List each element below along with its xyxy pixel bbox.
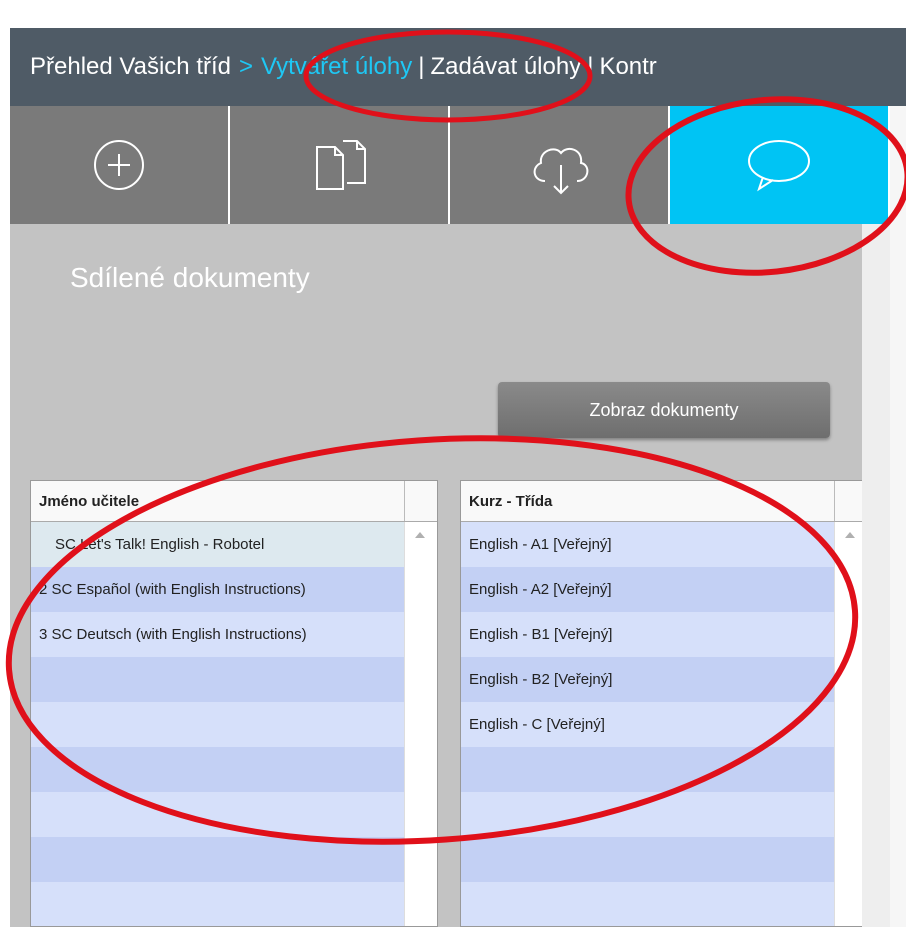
table-row[interactable]: 3 SC Deutsch (with English Instructions) (31, 612, 405, 657)
nav-create-tasks-link[interactable]: Vytvářet úlohy (261, 53, 412, 81)
nav-check-link[interactable]: Kontr (599, 53, 656, 81)
toolbar (10, 106, 890, 224)
header-divider (834, 481, 835, 521)
table-row[interactable]: SC Let's Talk! English - Robotel (31, 522, 405, 567)
shared-documents-panel: Sdílené dokumenty Zobraz dokumenty Jméno… (10, 224, 868, 927)
courses-header-label: Kurz - Třída (469, 492, 553, 510)
table-row[interactable] (31, 657, 405, 702)
breadcrumb-nav: Přehled Vašich tříd > Vytvářet úlohy | Z… (10, 28, 906, 106)
table-row[interactable] (31, 792, 405, 837)
courses-rows: English - A1 [Veřejný] English - A2 [Veře… (461, 522, 835, 926)
table-row[interactable] (31, 837, 405, 882)
nav-separator: | (418, 53, 425, 80)
table-row[interactable]: English - B1 [Veřejný] (461, 612, 835, 657)
section-title: Sdílené dokumenty (70, 262, 310, 293)
table-row[interactable]: English - A2 [Veřejný] (461, 567, 835, 612)
courses-table-header[interactable]: Kurz - Třída (461, 481, 867, 522)
documents-button[interactable] (230, 106, 448, 224)
table-row[interactable] (31, 882, 405, 926)
table-row[interactable]: English - B2 [Veřejný] (461, 657, 835, 702)
courses-table: Kurz - Třída English - A1 [Veřejný] Engli… (460, 480, 868, 927)
add-button[interactable] (10, 106, 228, 224)
shared-documents-button[interactable] (670, 106, 888, 224)
top-strip (0, 0, 906, 28)
panel-right-edge (862, 224, 890, 927)
table-row[interactable] (461, 792, 835, 837)
teachers-table-header[interactable]: Jméno učitele (31, 481, 437, 522)
table-row[interactable]: English - C [Veřejný] (461, 702, 835, 747)
table-row[interactable] (31, 702, 405, 747)
table-row[interactable]: 2 SC Español (with English Instructions) (31, 567, 405, 612)
header-divider (404, 481, 405, 521)
table-row[interactable] (31, 747, 405, 792)
teachers-rows: SC Let's Talk! English - Robotel 2 SC Esp… (31, 522, 405, 926)
cloud-download-button[interactable] (450, 106, 668, 224)
nav-overview-link[interactable]: Přehled Vašich tříd (30, 53, 231, 81)
scroll-up-icon[interactable] (845, 532, 855, 538)
table-row[interactable] (461, 882, 835, 926)
right-gutter (890, 106, 906, 927)
table-row[interactable] (461, 837, 835, 882)
table-row[interactable] (461, 747, 835, 792)
teachers-scrollbar[interactable] (404, 522, 437, 926)
show-documents-button[interactable]: Zobraz dokumenty (498, 382, 830, 438)
speech-bubble-icon (748, 140, 810, 192)
plus-circle-icon (94, 140, 144, 190)
documents-icon (316, 140, 366, 190)
table-row[interactable]: English - A1 [Veřejný] (461, 522, 835, 567)
nav-separator: | (587, 53, 594, 80)
cloud-download-icon (533, 147, 589, 195)
teachers-table: Jméno učitele SC Let's Talk! English - R… (30, 480, 438, 927)
nav-arrow: > (239, 53, 254, 80)
nav-assign-tasks-link[interactable]: Zadávat úlohy (430, 53, 581, 81)
scroll-up-icon[interactable] (415, 532, 425, 538)
teachers-header-label: Jméno učitele (39, 492, 140, 510)
